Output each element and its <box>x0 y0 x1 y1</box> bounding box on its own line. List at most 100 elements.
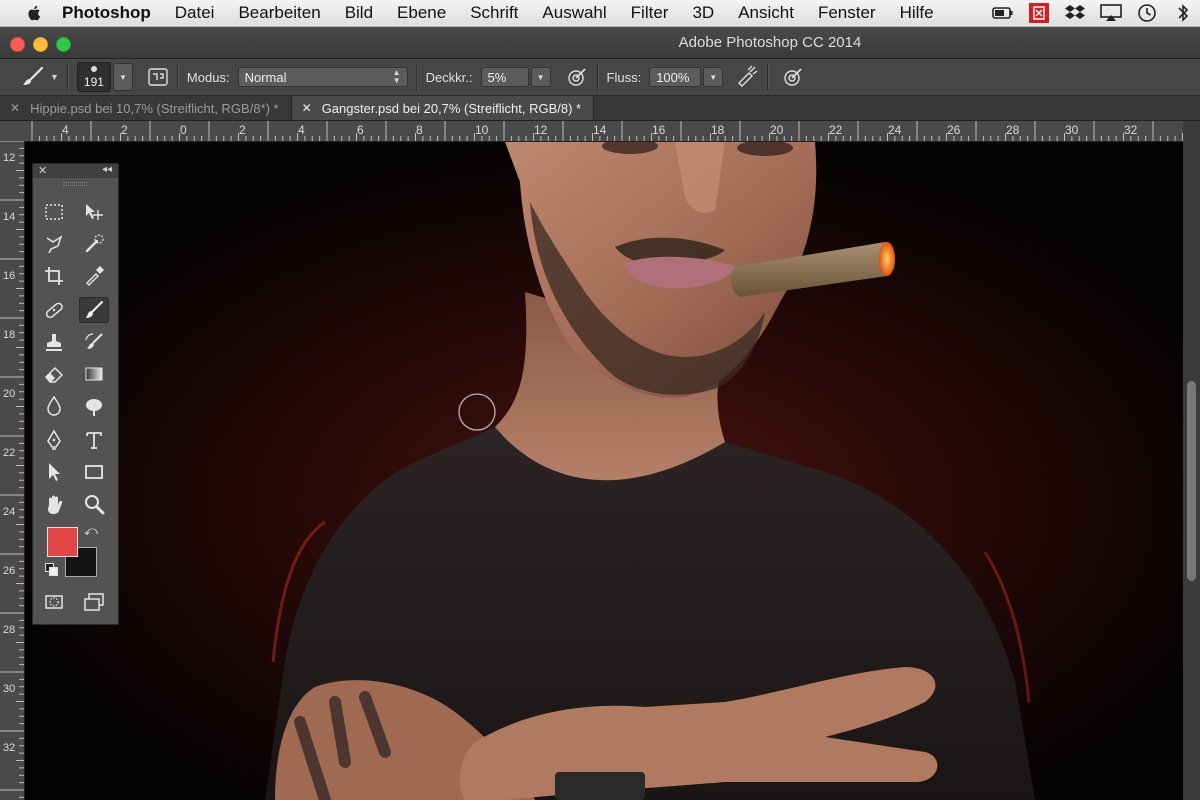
fluss-dropdown[interactable]: ▼ <box>703 67 724 87</box>
ruler-horizontal[interactable]: 4 2 0 2 4 6 8 10 12 14 16 18 20 22 24 26… <box>24 121 1184 142</box>
tool-healing-brush[interactable] <box>39 297 69 323</box>
brush-size-value: 191 <box>83 75 104 89</box>
ruler-label: 16 <box>3 270 16 282</box>
deckkraft-dropdown[interactable]: ▼ <box>530 67 551 87</box>
airplay-icon[interactable] <box>1100 3 1122 23</box>
dropbox-icon[interactable] <box>1064 3 1086 23</box>
tab-label: Gangster.psd bei 20,7% (Streiflicht, RGB… <box>321 100 582 116</box>
tool-brush[interactable] <box>79 297 109 323</box>
brush-preset-icon[interactable] <box>20 65 48 89</box>
menu-datei[interactable]: Datei <box>175 3 215 23</box>
panel-grip[interactable] <box>33 178 118 188</box>
time-machine-icon[interactable] <box>1136 3 1158 23</box>
tool-dodge[interactable] <box>79 393 109 419</box>
tool-clone-stamp[interactable] <box>39 329 69 355</box>
swap-colors-icon[interactable]: ⤺ <box>84 523 98 539</box>
pressure-size-icon[interactable] <box>781 65 805 89</box>
fluss-input[interactable]: 100% <box>649 67 702 87</box>
tool-hand[interactable] <box>39 491 69 517</box>
ruler-label: 28 <box>3 624 16 636</box>
deckkraft-input[interactable]: 5% <box>480 67 529 87</box>
fluss-label: Fluss: <box>606 69 642 85</box>
artwork-photo <box>25 142 1183 800</box>
close-icon[interactable]: ✕ <box>302 101 312 115</box>
app-tray-icon[interactable] <box>1028 3 1050 23</box>
ruler-vertical[interactable]: 12 14 16 18 20 22 24 26 28 30 32 <box>0 141 25 800</box>
separator <box>596 64 599 90</box>
menu-filter[interactable]: Filter <box>631 3 669 23</box>
ruler-label: 2 <box>121 123 128 137</box>
ruler-label: 26 <box>947 123 961 137</box>
tool-history-brush[interactable] <box>79 329 109 355</box>
screen-mode-button[interactable] <box>79 589 109 615</box>
apple-icon[interactable] <box>26 4 44 22</box>
pressure-opacity-icon[interactable] <box>565 65 589 89</box>
menu-app-name[interactable]: Photoshop <box>62 3 151 23</box>
hand-icon <box>48 495 63 514</box>
quick-mask-icon <box>45 595 63 609</box>
brush-preset-dropdown-icon[interactable]: ▼ <box>50 72 59 82</box>
ruler-label: 20 <box>770 123 784 137</box>
airbrush-icon[interactable] <box>735 65 759 89</box>
ruler-label: 24 <box>888 123 902 137</box>
separator <box>66 64 69 90</box>
modus-select[interactable]: Normal ▲ ▼ <box>237 67 408 87</box>
menu-ebene[interactable]: Ebene <box>397 3 446 23</box>
tool-eyedropper[interactable] <box>79 263 109 289</box>
brush-panel-toggle-icon[interactable] <box>147 66 169 88</box>
ruler-origin[interactable] <box>0 121 25 142</box>
document-canvas[interactable] <box>25 142 1183 800</box>
close-icon[interactable]: ✕ <box>38 164 47 177</box>
chevron-down-icon: ▼ <box>118 72 127 82</box>
modus-value: Normal <box>244 69 287 85</box>
window-title: Adobe Photoshop CC 2014 <box>678 34 862 51</box>
tool-eraser[interactable] <box>39 361 69 387</box>
zoom-icon <box>85 495 105 515</box>
history-brush-icon <box>85 333 103 349</box>
vertical-scrollbar[interactable] <box>1183 121 1200 800</box>
pen-icon <box>47 429 61 450</box>
quick-mask-button[interactable] <box>39 589 69 615</box>
menu-fenster[interactable]: Fenster <box>818 3 876 23</box>
tool-rectangle-shape[interactable] <box>79 459 109 485</box>
screen-mode-icon <box>84 593 104 611</box>
menu-ansicht[interactable]: Ansicht <box>738 3 794 23</box>
bluetooth-icon[interactable] <box>1172 3 1194 23</box>
tool-lasso[interactable] <box>39 231 69 257</box>
tab-hippie[interactable]: ✕ Hippie.psd bei 10,7% (Streiflicht, RGB… <box>0 96 292 120</box>
menu-bearbeiten[interactable]: Bearbeiten <box>238 3 320 23</box>
separator <box>176 64 179 90</box>
default-colors-icon[interactable] <box>45 563 58 576</box>
brush-size-dropdown[interactable]: ▼ <box>112 63 133 91</box>
battery-icon[interactable] <box>992 3 1014 23</box>
menu-tray <box>992 3 1194 23</box>
tool-move[interactable] <box>79 199 109 225</box>
ruler-label: 8 <box>416 123 423 137</box>
ruler-label: 20 <box>3 388 16 400</box>
marquee-icon <box>45 204 63 220</box>
menu-3d[interactable]: 3D <box>692 3 714 23</box>
tool-pen[interactable] <box>39 427 69 453</box>
tool-crop[interactable] <box>39 263 69 289</box>
scrollbar-thumb[interactable] <box>1187 381 1196 581</box>
tools-panel-header[interactable]: ✕ ◂◂ <box>33 164 118 178</box>
menu-schrift[interactable]: Schrift <box>470 3 518 23</box>
tool-quick-select[interactable] <box>79 231 109 257</box>
lasso-icon <box>46 235 63 254</box>
close-icon[interactable]: ✕ <box>10 101 20 115</box>
tab-gangster[interactable]: ✕ Gangster.psd bei 20,7% (Streiflicht, R… <box>291 96 595 120</box>
brush-size-picker[interactable]: 191 <box>76 62 111 92</box>
tool-gradient[interactable] <box>79 361 109 387</box>
tool-zoom[interactable] <box>79 491 109 517</box>
menu-bild[interactable]: Bild <box>345 3 373 23</box>
collapse-icon[interactable]: ◂◂ <box>102 164 112 175</box>
menu-hilfe[interactable]: Hilfe <box>900 3 934 23</box>
foreground-color-swatch[interactable] <box>47 527 78 557</box>
tool-blur[interactable] <box>39 393 69 419</box>
tool-path-select[interactable] <box>39 459 69 485</box>
menu-auswahl[interactable]: Auswahl <box>542 3 606 23</box>
tool-rect-marquee[interactable] <box>39 199 69 225</box>
separator <box>767 64 770 90</box>
quick-select-icon <box>85 234 104 253</box>
tool-type[interactable] <box>79 427 109 453</box>
